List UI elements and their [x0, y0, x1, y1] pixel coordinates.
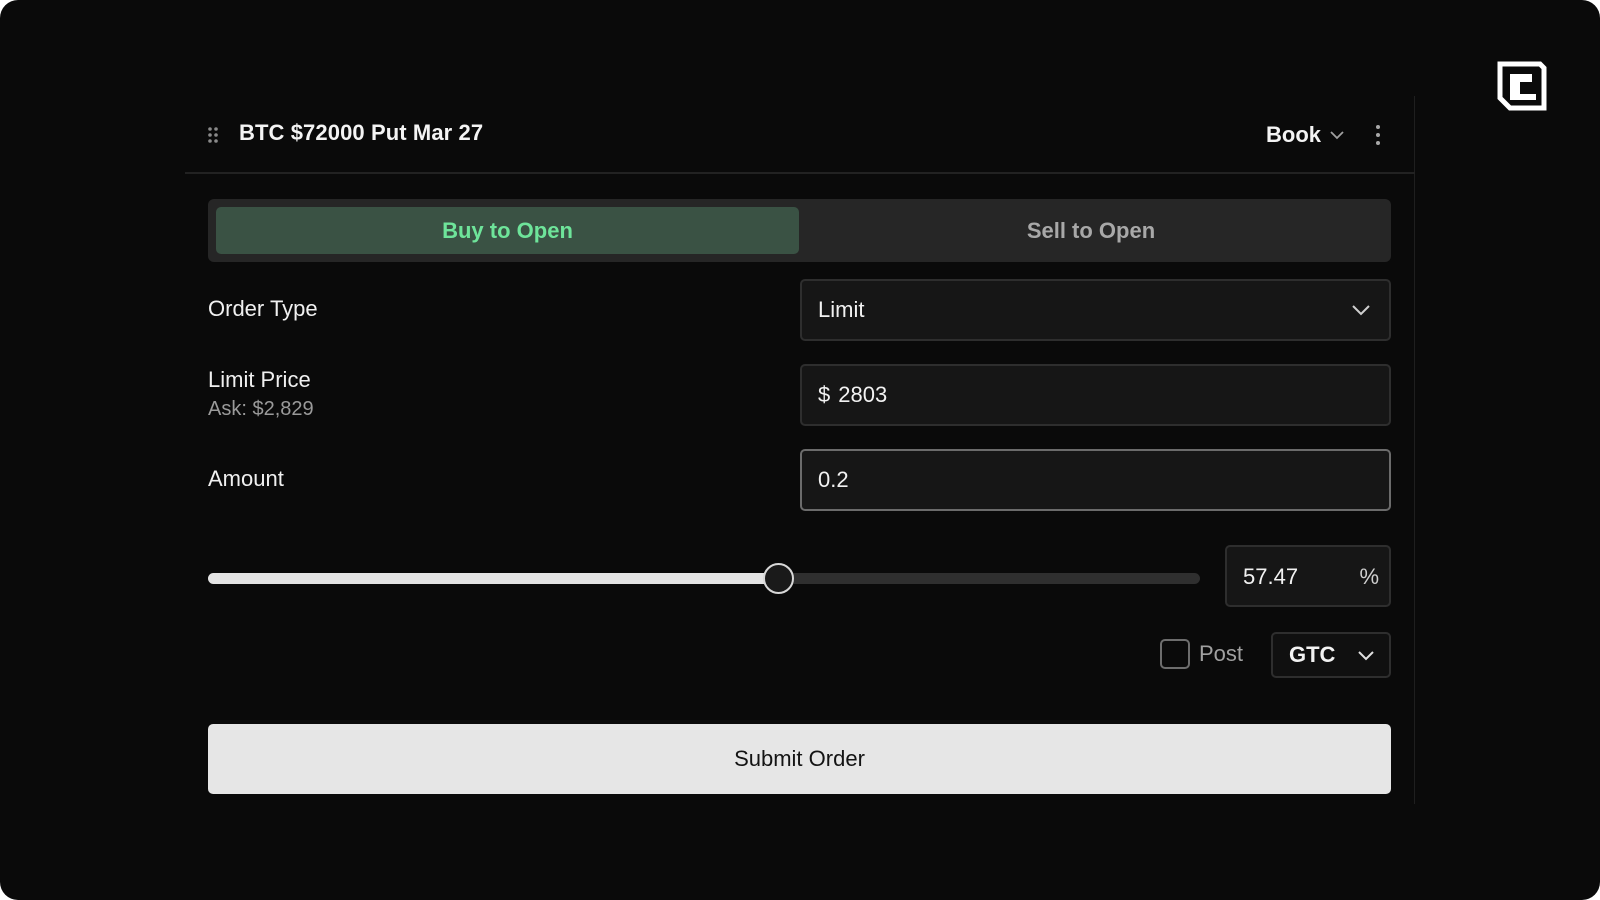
limit-price-input[interactable]: $ 2803 [800, 364, 1391, 426]
side-toggle: Buy to Open Sell to Open [208, 199, 1391, 262]
instrument-title: BTC $72000 Put Mar 27 [239, 120, 484, 145]
amount-value: 0.2 [818, 467, 849, 492]
more-vertical-icon[interactable] [1375, 124, 1381, 146]
ask-price-text: Ask: $2,829 [208, 398, 314, 420]
amount-label: Amount [208, 466, 284, 491]
buy-to-open-button[interactable]: Buy to Open [216, 207, 799, 254]
order-type-select[interactable]: Limit [800, 279, 1391, 341]
sell-to-open-button[interactable]: Sell to Open [799, 207, 1383, 254]
order-type-label: Order Type [208, 296, 318, 321]
drag-handle-icon[interactable] [207, 126, 219, 144]
post-only-checkbox[interactable] [1160, 639, 1190, 669]
post-only-label: Post [1199, 641, 1244, 666]
currency-prefix: $ [818, 382, 831, 407]
panel-header: BTC $72000 Put Mar 27 Book [185, 96, 1415, 174]
percent-input[interactable]: 57.47 % [1225, 545, 1391, 607]
time-in-force-value: GTC [1289, 642, 1336, 667]
app-logo-icon [1497, 61, 1547, 111]
order-type-value: Limit [818, 297, 865, 322]
chevron-down-icon [1358, 651, 1374, 661]
submit-order-button[interactable]: Submit Order [208, 724, 1391, 794]
amount-input[interactable]: 0.2 [800, 449, 1391, 511]
amount-slider[interactable] [208, 561, 1200, 597]
percent-unit: % [1359, 564, 1379, 589]
chevron-down-icon [1330, 131, 1344, 140]
app-frame: BTC $72000 Put Mar 27 Book Buy to Open S… [0, 0, 1600, 900]
time-in-force-select[interactable]: GTC [1271, 632, 1391, 678]
percent-value: 57.47 [1243, 564, 1299, 589]
limit-price-value: 2803 [838, 382, 888, 407]
slider-fill [208, 573, 778, 584]
view-select-label: Book [1266, 122, 1321, 147]
view-select-dropdown[interactable]: Book [1266, 118, 1345, 152]
slider-thumb[interactable] [763, 563, 794, 594]
chevron-down-icon [1352, 305, 1370, 316]
order-ticket-panel: BTC $72000 Put Mar 27 Book Buy to Open S… [185, 96, 1415, 804]
limit-price-label: Limit Price [208, 367, 311, 392]
